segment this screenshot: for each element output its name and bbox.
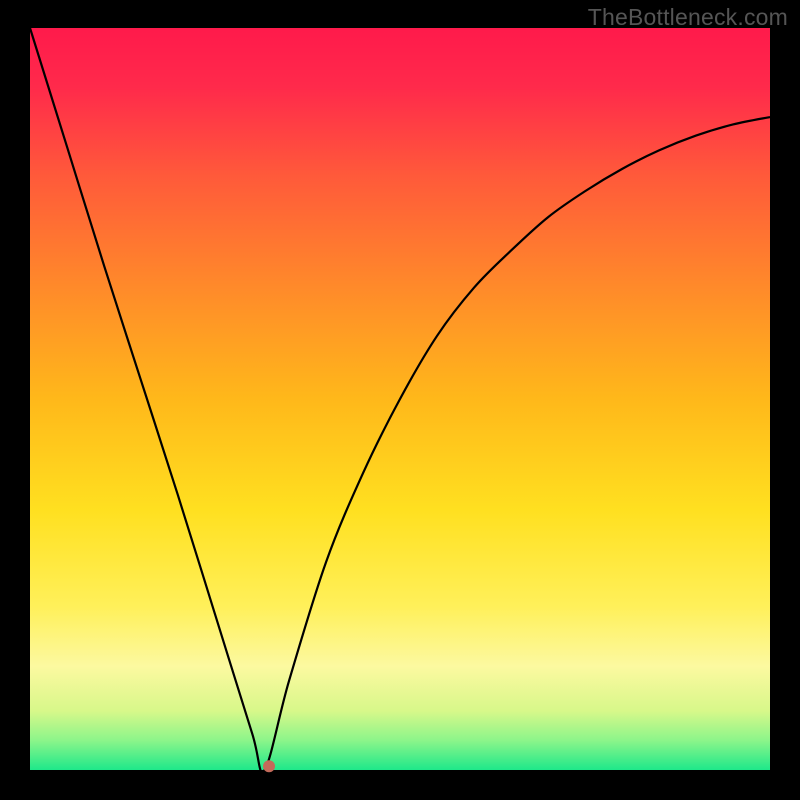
minimum-marker xyxy=(263,760,275,772)
bottleneck-chart xyxy=(0,0,800,800)
watermark-text: TheBottleneck.com xyxy=(588,4,788,31)
